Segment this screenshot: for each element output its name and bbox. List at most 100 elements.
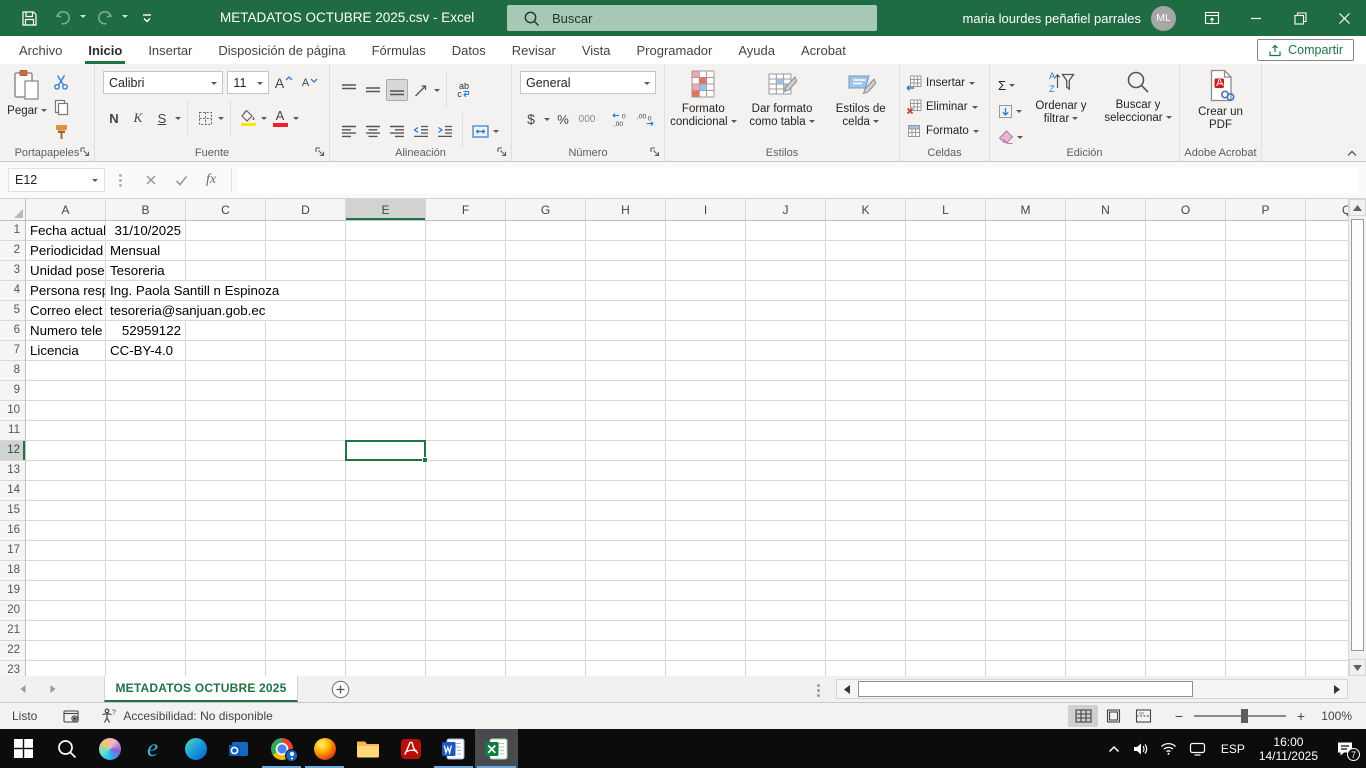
column-header-I[interactable]: I: [666, 199, 746, 220]
new-sheet-icon[interactable]: [331, 680, 350, 699]
scroll-up-icon[interactable]: [1349, 199, 1366, 216]
tab-revisar[interactable]: Revisar: [499, 36, 569, 64]
font-dialog-launcher-icon[interactable]: [315, 147, 325, 157]
cell-A2[interactable]: Periodicidad: [27, 241, 105, 260]
row-header-8[interactable]: 8: [0, 361, 25, 381]
paste-button[interactable]: Pegar: [4, 69, 50, 118]
vertical-scroll-thumb[interactable]: [1351, 219, 1364, 651]
tab-archivo[interactable]: Archivo: [6, 36, 75, 64]
taskbar-internet-explorer-icon[interactable]: e: [131, 729, 174, 768]
minimize-button[interactable]: [1234, 0, 1278, 36]
ribbon-display-options-icon[interactable]: [1190, 0, 1234, 36]
cell-B2[interactable]: Mensual: [107, 241, 163, 260]
orientation-icon[interactable]: [410, 79, 432, 101]
horizontal-scroll-thumb[interactable]: [858, 681, 1193, 697]
comma-style-icon[interactable]: 000: [576, 108, 598, 130]
copy-icon[interactable]: [50, 96, 72, 118]
column-header-Q[interactable]: Q: [1306, 199, 1348, 220]
column-header-N[interactable]: N: [1066, 199, 1146, 220]
cell-A3[interactable]: Unidad pose: [27, 261, 105, 280]
taskbar-word-icon[interactable]: [432, 729, 475, 768]
prev-sheet-icon[interactable]: [8, 676, 38, 702]
row-header-16[interactable]: 16: [0, 521, 25, 541]
column-header-P[interactable]: P: [1226, 199, 1306, 220]
taskbar-search-icon[interactable]: [45, 729, 88, 768]
tab-f-rmulas[interactable]: Fórmulas: [359, 36, 439, 64]
row-header-15[interactable]: 15: [0, 501, 25, 521]
macro-record-icon[interactable]: [63, 709, 79, 724]
column-header-A[interactable]: A: [26, 199, 106, 220]
font-size-select[interactable]: 11: [227, 71, 269, 94]
cell-A4[interactable]: Persona resp: [27, 281, 105, 300]
volume-icon[interactable]: [1127, 729, 1155, 768]
accounting-format-icon[interactable]: $: [520, 108, 542, 130]
align-bottom-icon[interactable]: [386, 79, 408, 101]
notification-center-icon[interactable]: 7: [1324, 729, 1366, 768]
enter-icon[interactable]: [166, 168, 196, 192]
fill-handle[interactable]: [422, 457, 428, 463]
column-header-G[interactable]: G: [506, 199, 586, 220]
cell-B4[interactable]: Ing. Paola Santill n Espinoza: [107, 281, 282, 300]
merge-center-icon[interactable]: [469, 120, 491, 142]
redo-caret-icon[interactable]: [122, 15, 128, 21]
accounting-caret-icon[interactable]: [544, 118, 550, 124]
autosum-button[interactable]: Σ: [998, 73, 1023, 97]
share-button[interactable]: Compartir: [1257, 39, 1354, 61]
row-header-17[interactable]: 17: [0, 541, 25, 561]
row-header-9[interactable]: 9: [0, 381, 25, 401]
customize-quick-access-icon[interactable]: [132, 4, 162, 32]
vertical-scrollbar[interactable]: [1348, 199, 1366, 676]
undo-caret-icon[interactable]: [80, 15, 86, 21]
column-header-C[interactable]: C: [186, 199, 266, 220]
row-header-18[interactable]: 18: [0, 561, 25, 581]
normal-view-icon[interactable]: [1068, 705, 1098, 727]
row-header-12[interactable]: 12: [0, 441, 25, 461]
align-center-icon[interactable]: [362, 120, 384, 142]
row-header-11[interactable]: 11: [0, 421, 25, 441]
cell-B6[interactable]: 52959122: [107, 321, 185, 340]
insert-cells-button[interactable]: Insertar: [900, 71, 989, 95]
accessibility-status[interactable]: ? Accesibilidad: No disponible: [101, 708, 272, 724]
collapse-ribbon-icon[interactable]: [1346, 149, 1358, 157]
redo-icon[interactable]: [90, 4, 120, 32]
row-header-7[interactable]: 7: [0, 341, 25, 361]
taskbar-firefox-icon[interactable]: [303, 729, 346, 768]
active-cell-outline[interactable]: [345, 440, 426, 461]
zoom-slider[interactable]: [1194, 715, 1286, 717]
cell-B3[interactable]: Tesoreria: [107, 261, 168, 280]
wifi-icon[interactable]: [1155, 729, 1183, 768]
taskbar-excel-icon[interactable]: [475, 729, 518, 768]
tab-insertar[interactable]: Insertar: [135, 36, 205, 64]
restore-button[interactable]: [1278, 0, 1322, 36]
column-header-L[interactable]: L: [906, 199, 986, 220]
row-header-22[interactable]: 22: [0, 641, 25, 661]
number-dialog-launcher-icon[interactable]: [650, 147, 660, 157]
borders-caret-icon[interactable]: [218, 117, 224, 123]
tab-inicio[interactable]: Inicio: [75, 36, 135, 64]
tabstrip-resize-handle[interactable]: [817, 684, 820, 687]
cell-A7[interactable]: Licencia: [27, 341, 105, 360]
tab-acrobat[interactable]: Acrobat: [788, 36, 859, 64]
zoom-in-icon[interactable]: +: [1294, 708, 1308, 724]
wrap-text-icon[interactable]: ab c: [453, 79, 475, 101]
align-middle-icon[interactable]: [362, 79, 384, 101]
alignment-dialog-launcher-icon[interactable]: [497, 147, 507, 157]
delete-cells-button[interactable]: Eliminar: [900, 95, 989, 119]
sheet-tab-active[interactable]: METADATOS OCTUBRE 2025: [104, 676, 298, 702]
clock[interactable]: 16:00 14/11/2025: [1253, 735, 1324, 763]
row-header-20[interactable]: 20: [0, 601, 25, 621]
clipboard-dialog-launcher-icon[interactable]: [80, 147, 90, 157]
taskbar-start-icon[interactable]: [2, 729, 45, 768]
scroll-right-icon[interactable]: [1327, 680, 1347, 698]
formula-input[interactable]: [237, 168, 1358, 193]
column-header-J[interactable]: J: [746, 199, 826, 220]
fill-color-icon[interactable]: [237, 107, 259, 129]
align-left-icon[interactable]: [338, 120, 360, 142]
fill-color-caret-icon[interactable]: [261, 117, 267, 123]
row-header-1[interactable]: 1: [0, 221, 25, 241]
user-avatar[interactable]: ML: [1151, 6, 1176, 31]
row-header-19[interactable]: 19: [0, 581, 25, 601]
zoom-level[interactable]: 100%: [1318, 709, 1352, 723]
column-header-O[interactable]: O: [1146, 199, 1226, 220]
merge-caret-icon[interactable]: [493, 130, 499, 136]
